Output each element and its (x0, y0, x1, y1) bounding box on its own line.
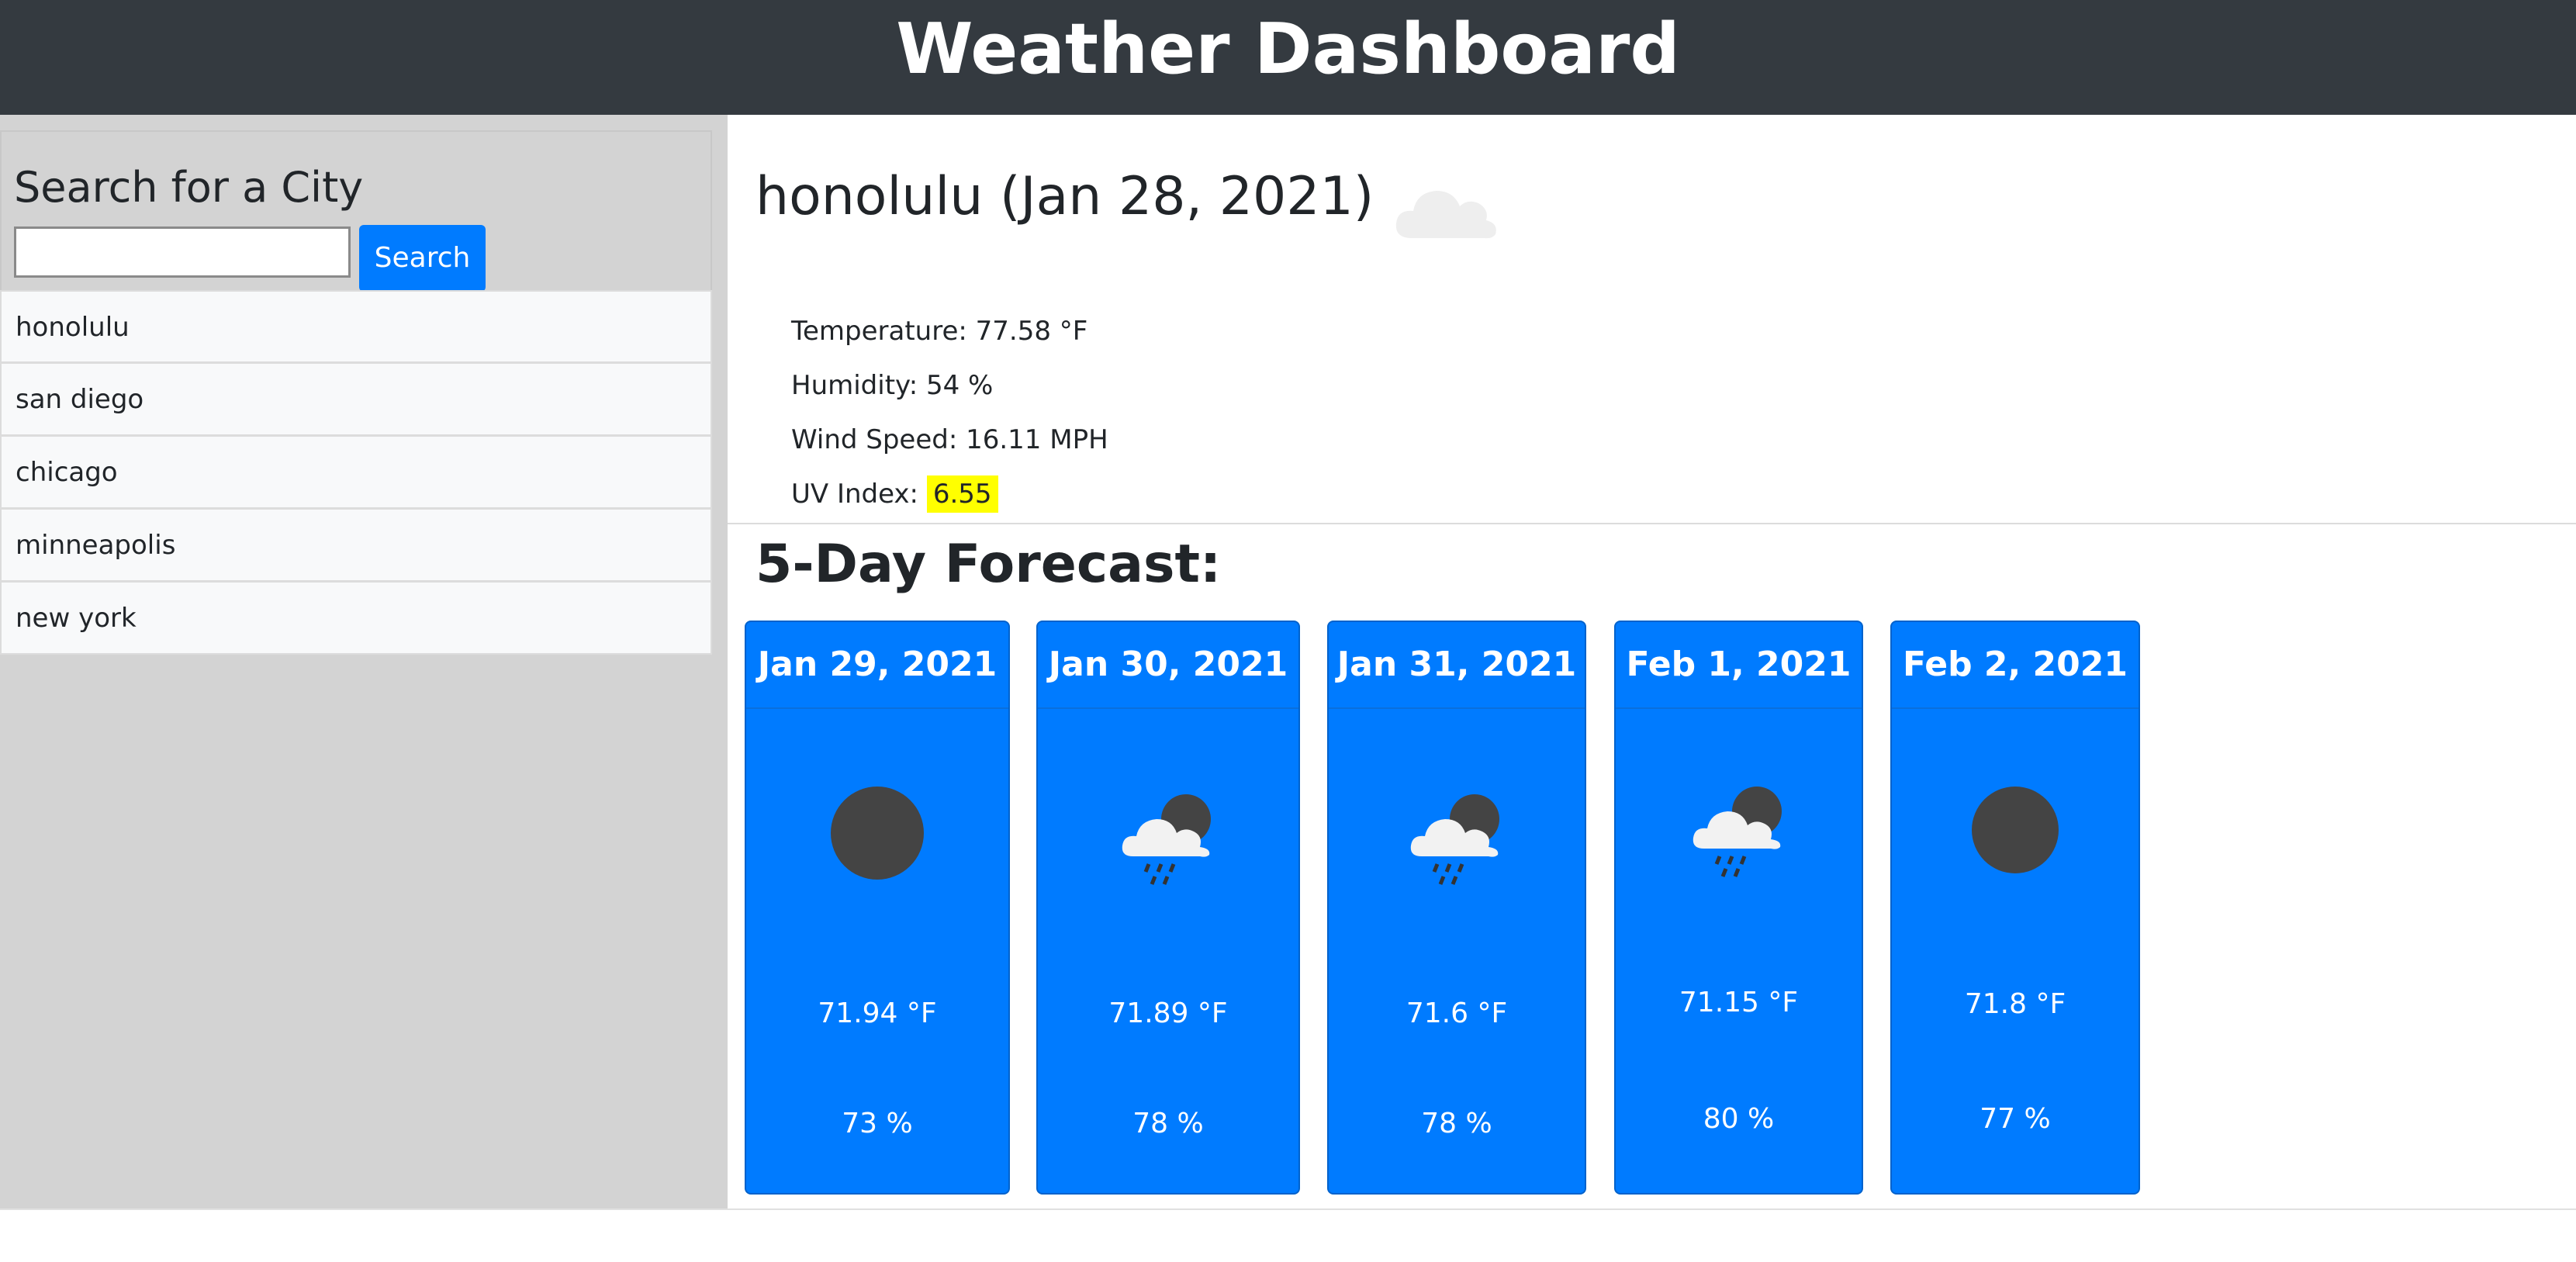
city-history-item[interactable]: minneapolis (0, 509, 712, 582)
night-rain-icon (1122, 794, 1211, 885)
night-clear-icon (831, 787, 924, 880)
forecast-card: Jan 30, 2021 71.89 °F 78 % (1036, 621, 1300, 1195)
forecast-card: Feb 1, 2021 71.15 °F 80 % (1614, 621, 1863, 1195)
forecast-date: Feb 2, 2021 (1892, 622, 2139, 709)
forecast-humidity: 73 % (842, 1108, 913, 1139)
forecast-temp: 71.6 °F (1406, 997, 1508, 1029)
forecast-card: Feb 2, 2021 71.8 °F 77 % (1890, 621, 2140, 1195)
sidebar: Search for a City Search honolulu san di… (0, 115, 728, 1208)
night-rain-icon (1693, 787, 1782, 877)
page-bottom-border (0, 1208, 2576, 1210)
night-clear-icon (1972, 787, 2059, 873)
search-input[interactable] (14, 226, 351, 278)
forecast-humidity: 78 % (1421, 1108, 1492, 1139)
forecast-cards: Jan 29, 2021 71.94 °F 73 % Jan 30, 2021 … (728, 621, 2576, 1195)
forecast-temp: 71.94 °F (818, 997, 937, 1029)
search-button[interactable]: Search (359, 225, 486, 292)
forecast-date: Jan 30, 2021 (1038, 622, 1298, 709)
forecast-date: Jan 31, 2021 (1329, 622, 1585, 709)
uv-index-row: UV Index: 6.55 (791, 475, 998, 513)
forecast-date: Jan 29, 2021 (746, 622, 1008, 709)
forecast-date: Feb 1, 2021 (1616, 622, 1862, 709)
forecast-temp: 71.15 °F (1679, 987, 1799, 1018)
wind-speed-text: Wind Speed: 16.11 MPH (791, 424, 1108, 455)
city-history-list: honolulu san diego chicago minneapolis n… (0, 290, 712, 655)
header-bar: Weather Dashboard (0, 0, 2576, 115)
forecast-humidity: 78 % (1132, 1108, 1204, 1139)
humidity-text: Humidity: 54 % (791, 370, 994, 401)
forecast-temp: 71.8 °F (1964, 988, 2066, 1020)
sidebar-divider (721, 115, 728, 1208)
city-history-item[interactable]: chicago (0, 436, 712, 509)
forecast-humidity: 80 % (1703, 1103, 1775, 1135)
uv-index-label: UV Index: (791, 479, 927, 510)
forecast-temp: 71.89 °F (1108, 997, 1228, 1029)
city-history-item[interactable]: honolulu (0, 290, 712, 363)
forecast-card: Jan 31, 2021 71.6 °F 78 % (1327, 621, 1586, 1195)
forecast-heading: 5-Day Forecast: (756, 534, 1222, 595)
city-history-item[interactable]: new york (0, 582, 712, 655)
forecast-humidity: 77 % (1980, 1103, 2051, 1135)
current-city-title: honolulu (Jan 28, 2021) (756, 166, 1374, 227)
main-content: honolulu (Jan 28, 2021) Temperature: 77.… (728, 115, 2576, 1208)
section-divider (728, 523, 2576, 524)
city-history-item[interactable]: san diego (0, 363, 712, 436)
forecast-card: Jan 29, 2021 71.94 °F 73 % (745, 621, 1010, 1195)
cloud-icon (1395, 191, 1496, 239)
temperature-text: Temperature: 77.58 °F (791, 316, 1088, 347)
night-rain-icon (1410, 794, 1499, 885)
page-title: Weather Dashboard (896, 9, 1680, 90)
uv-index-value: 6.55 (926, 475, 998, 513)
search-heading: Search for a City (14, 163, 364, 212)
